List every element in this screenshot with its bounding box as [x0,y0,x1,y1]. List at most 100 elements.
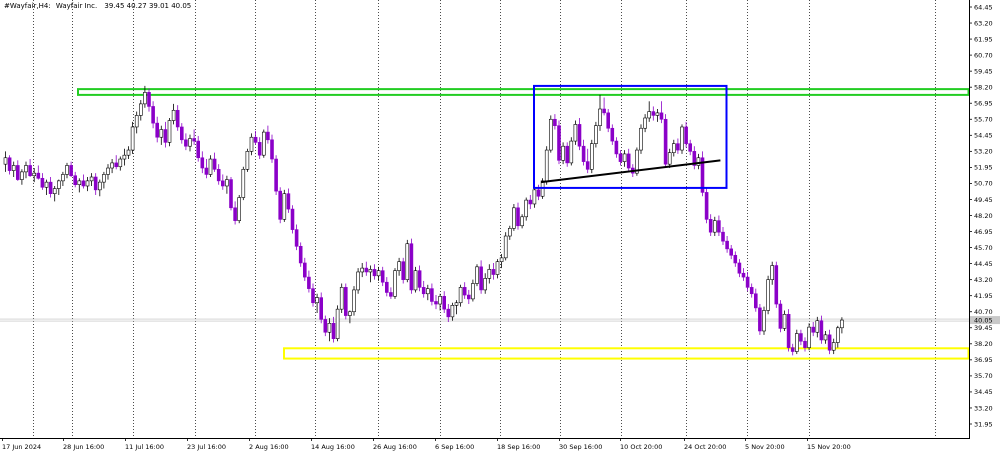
candle-body [758,307,762,332]
candle-body [356,271,360,291]
candle-body [585,161,590,170]
bull-candle [335,305,340,342]
candle-body [196,140,200,159]
candle-body [212,158,217,170]
candle-body [622,153,627,162]
candle-body [294,229,299,247]
instrument-name: Wayfair Inc. [56,2,97,10]
candle-body [610,127,615,142]
candle-body [512,207,516,229]
candle-body [594,125,598,144]
candle-body [245,151,250,170]
candle-body [840,319,844,329]
candle-body [704,192,709,220]
candle-body [729,248,734,256]
candle-body [536,189,541,197]
x-tick-label: 24 Oct 20:00 [684,443,726,451]
y-tick-label: 45.70 [974,244,993,252]
candle-body [384,281,389,293]
candle-body [274,158,278,192]
x-tick-label: 5 Nov 20:00 [745,443,785,451]
bull-candle [573,120,578,145]
bull-candle [807,323,811,351]
candle-body [774,265,779,305]
candle-body [721,231,725,242]
candle-body [122,154,127,160]
candle-body [69,165,73,177]
candle-body [717,220,721,233]
candle-body [712,220,717,233]
bear-candle [663,114,668,169]
candle-body [270,139,274,160]
price-chart: 64.45 63.20 61.95 60.70 59.45 58.20 56.95 55.70… [0,0,1000,451]
candle-body [216,169,221,182]
candle-body [425,288,430,295]
candle-body [803,340,807,348]
candle-body [446,308,451,318]
candle-body [28,165,32,177]
x-tick-label: 30 Sep 16:00 [559,443,602,451]
candle-body [753,293,758,309]
candle-body [651,111,656,116]
candle-body [323,319,328,333]
bull-candle [589,139,594,174]
candle-body [405,243,410,280]
candle-body [569,140,574,164]
bear-candle [229,177,233,211]
candle-body [98,181,102,191]
bull-candle [794,329,799,355]
candle-body [261,131,266,156]
candle-body [438,296,442,305]
x-tick-label: 18 Sep 16:00 [497,443,540,451]
candle-body [380,270,385,283]
candle-body [192,138,196,142]
candle-body [241,169,246,198]
candle-body [741,272,746,278]
candle-body [159,129,164,138]
candle-body [36,172,41,179]
candle-body [499,257,504,262]
y-tick-label: 44.45 [974,260,993,268]
candle-body [52,188,57,194]
candle-body [110,162,114,169]
x-tick-label: 10 Oct 20:00 [620,443,662,451]
candle-body [327,322,332,333]
svg-text:#Wayfair,H4: Wayfair I: #Wayfair,H4: Wayfair Inc. 39.45 40.27 39… [4,2,191,10]
y-tick-label: 54.45 [974,132,993,140]
candle-body [368,269,373,273]
candle-body [315,297,319,304]
candle-body [102,174,106,183]
y-tick-label: 50.70 [974,180,993,188]
candle-body [557,125,561,161]
candle-body [106,167,110,175]
candle-body [32,172,37,177]
bull-candle [393,268,397,299]
candle-body [175,109,180,128]
candle-body [680,126,684,151]
x-tick-label: 11 Jul 16:00 [125,443,164,451]
y-tick-label: 63.20 [974,19,993,27]
bull-candle [237,194,241,224]
candle-body [311,288,315,304]
candle-body [339,287,344,310]
y-tick-label: 61.95 [974,35,993,43]
candle-body [454,302,459,306]
bear-candle [774,261,779,308]
bull-candle [282,189,287,222]
candle-body [577,124,582,147]
y-tick-label: 46.95 [974,228,993,236]
bull-candle [356,268,360,294]
bear-candle [704,187,709,224]
candle-body [126,149,131,156]
candle-body [639,127,643,151]
bull-candle [544,146,549,185]
candle-body [524,199,529,218]
y-tick-label: 58.20 [974,83,993,91]
candle-body [188,138,192,147]
candle-body [762,310,766,332]
bear-candle [401,257,406,284]
candle-body [15,165,20,180]
candle-body [823,334,828,341]
bear-candle [786,309,791,352]
candle-body [466,294,471,300]
